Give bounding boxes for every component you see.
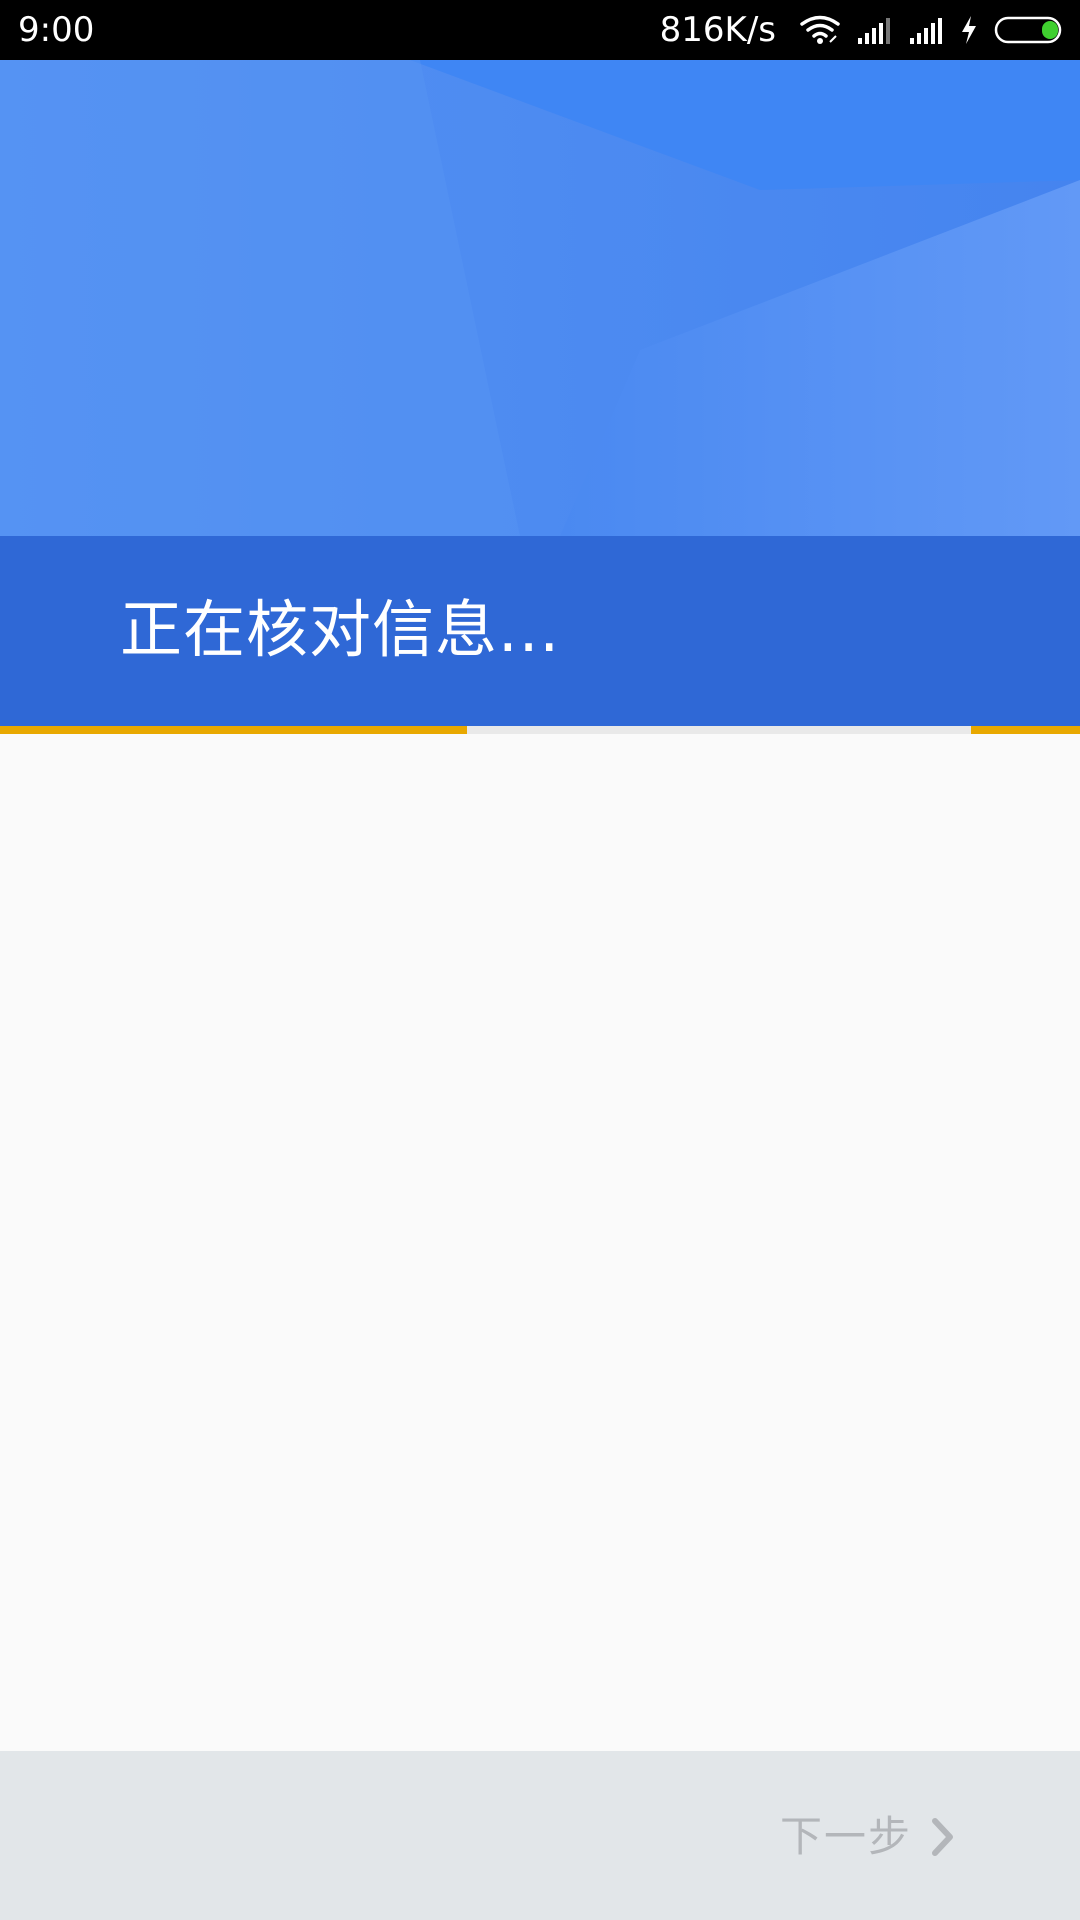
status-bar: 9:00 816K/s <box>0 0 1080 60</box>
signal-icon <box>908 16 944 44</box>
progress-bar <box>0 726 1080 734</box>
next-button[interactable]: 下一步 <box>780 1799 956 1875</box>
network-speed: 816K/s <box>659 10 776 50</box>
content-area <box>0 734 1080 1751</box>
header-background <box>0 60 1080 536</box>
charging-icon <box>960 15 978 45</box>
next-button-label: 下一步 <box>779 1812 912 1861</box>
header-decoration <box>0 60 1080 536</box>
status-icons: 816K/s <box>660 0 1066 60</box>
page-title: 正在核对信息... <box>120 593 561 666</box>
chevron-right-icon <box>930 1817 956 1857</box>
wifi-icon <box>800 15 840 45</box>
signal-icon <box>856 16 892 44</box>
battery-icon <box>994 15 1066 45</box>
progress-segment <box>0 726 467 734</box>
bottom-bar: 下一步 <box>0 1751 1080 1920</box>
status-time: 9:00 <box>18 10 95 50</box>
progress-segment <box>971 726 1080 734</box>
